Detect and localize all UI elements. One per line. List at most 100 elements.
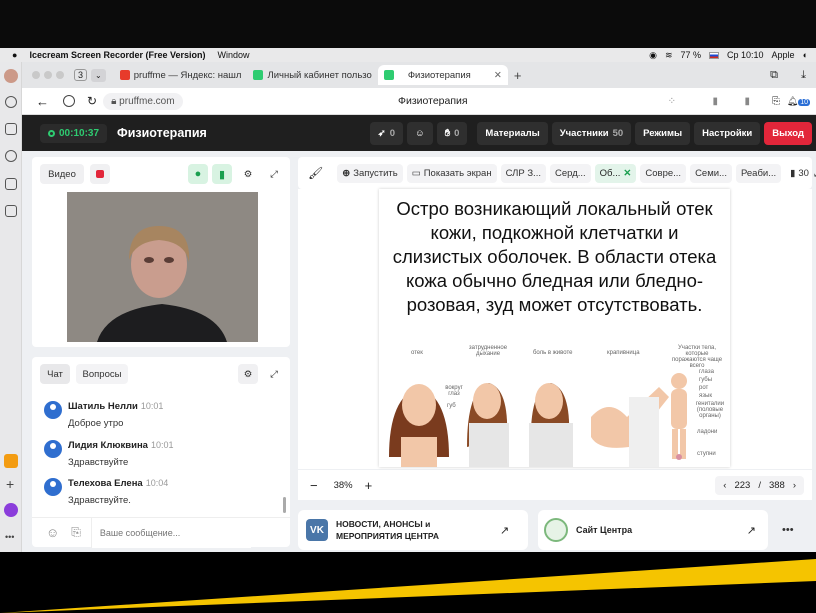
expand-video-button[interactable]: ⤢ — [264, 164, 284, 184]
back-icon[interactable]: ← — [36, 94, 49, 109]
prev-slide-button[interactable]: ‹ — [723, 480, 726, 491]
smile-icon: ☺ — [415, 127, 425, 139]
settings-button[interactable]: Настройки — [694, 121, 761, 145]
wifi-icon[interactable]: ≋ — [665, 50, 673, 61]
timer-value: 00:10:37 — [59, 127, 100, 139]
page-title: Физиотерапия — [398, 95, 468, 107]
emoji-icon[interactable]: ☺ — [46, 525, 59, 540]
window-dot-minimize[interactable] — [44, 71, 52, 79]
window-dot-close[interactable] — [32, 71, 40, 79]
exit-button[interactable]: Выход — [764, 121, 812, 145]
tab-yandex[interactable]: pruffme — Яндекс: нашл — [114, 65, 248, 85]
tab-chat[interactable]: Чат — [40, 364, 70, 384]
video-tab[interactable]: Видео — [40, 164, 84, 184]
camera-icon[interactable] — [5, 205, 17, 217]
modes-button[interactable]: Режимы — [635, 121, 691, 145]
bookmark-icon[interactable]: ▮ — [744, 96, 750, 107]
emoji-button[interactable]: ☺ — [407, 121, 433, 145]
tab-questions[interactable]: Вопросы — [76, 364, 128, 384]
battery-status[interactable]: 77 % — [680, 50, 701, 60]
close-icon[interactable]: ✕ — [623, 168, 631, 179]
presentation-tab[interactable]: Серд... — [549, 163, 591, 183]
gear-icon: ⚙ — [243, 168, 253, 180]
tabs-dropdown-icon[interactable]: ⌄ — [91, 68, 106, 82]
raise-hand-button[interactable]: ✋︎ 0 — [436, 121, 468, 145]
chat-message-input[interactable] — [90, 517, 251, 548]
notifications-icon[interactable]: 🔔︎ 10 — [787, 96, 810, 107]
play-icon[interactable] — [5, 150, 17, 162]
apple-icon[interactable]: ● — [12, 50, 17, 60]
site-card[interactable]: Сайт Центра ↗ — [538, 510, 768, 550]
mic-button[interactable]: ▮ — [212, 164, 232, 184]
flag-icon[interactable] — [709, 51, 719, 59]
bookmarks-button[interactable]: ▮ 30 — [785, 164, 814, 183]
participants-button[interactable]: Участники 50 — [551, 121, 632, 145]
menu-app-name[interactable]: Icecream Screen Recorder (Free Version) — [29, 50, 205, 60]
extensions-icon[interactable]: ⧉ — [770, 69, 778, 82]
control-center-icon[interactable]: ◐ — [803, 50, 808, 60]
brush-icon[interactable]: 🖌︎ — [308, 166, 323, 180]
message-text: Доброе утро — [68, 418, 124, 429]
news-card[interactable]: VK НОВОСТИ, АНОНСЫ и МЕРОПРИЯТИЯ ЦЕНТРА … — [298, 510, 528, 550]
url-text: pruffme.com — [119, 95, 175, 107]
new-tab-icon[interactable]: + — [514, 68, 522, 83]
profile-avatar[interactable] — [4, 69, 18, 83]
collections-icon[interactable] — [5, 123, 17, 135]
presentation-tab[interactable]: Семи... — [690, 163, 732, 183]
user-menu[interactable]: Apple — [772, 50, 795, 60]
current-page[interactable]: 223 — [734, 480, 750, 491]
chat-settings-button[interactable]: ⚙ — [238, 364, 258, 384]
window-dot-zoom[interactable] — [56, 71, 64, 79]
yandex-logo-icon[interactable] — [63, 95, 75, 107]
stop-video-button[interactable] — [90, 164, 110, 184]
author-name: Телехова Елена — [68, 478, 143, 489]
tab-physiotherapy[interactable]: Физиотерапия ✕ — [377, 65, 508, 85]
browser-tabbar: 3 ⌄ pruffme — Яндекс: нашл Личный кабине… — [22, 62, 816, 88]
menu-window[interactable]: Window — [218, 50, 250, 60]
expand-icon: ⤢ — [270, 168, 278, 180]
presentation-tab[interactable]: Совре... — [640, 163, 687, 183]
browser-addressbar: ← ↻ 🔒︎ pruffme.com Физиотерапия ⁘ ▮ ▮ ⎘ … — [22, 88, 816, 115]
zoom-in-button[interactable]: + — [365, 478, 373, 493]
counter-icon[interactable] — [5, 178, 17, 190]
presentation-tab[interactable]: СЛР З... — [500, 163, 546, 183]
mic-icon[interactable]: ▮ — [712, 96, 718, 107]
tab-count[interactable]: 3 — [74, 69, 88, 81]
share-icon[interactable]: ⎘ — [772, 96, 780, 107]
mail-icon[interactable] — [4, 454, 18, 468]
download-icon[interactable]: ⤓ — [801, 69, 806, 82]
presentation-toolbar: 🖌︎ ⊕ Запустить ▭ Показать экран СЛР З...… — [298, 157, 816, 189]
close-tab-icon[interactable]: ✕ — [494, 70, 502, 81]
attach-icon[interactable]: ⎘ — [71, 525, 81, 540]
external-link-icon[interactable]: ↗ — [747, 524, 756, 537]
participants-label: Участники — [559, 127, 609, 139]
url-field[interactable]: 🔒︎ pruffme.com — [103, 92, 183, 110]
next-slide-button[interactable]: › — [793, 480, 796, 491]
history-icon[interactable] — [5, 96, 17, 108]
alice-icon[interactable] — [4, 503, 18, 517]
woman-figure — [529, 383, 573, 467]
rocket-button[interactable]: ➶ 0 — [369, 121, 403, 145]
presentation-tab[interactable]: Реаби... — [735, 163, 782, 183]
launch-button[interactable]: ⊕ Запустить — [337, 163, 403, 183]
show-screen-button[interactable]: ▭ Показать экран — [406, 163, 497, 183]
bookmark-icon: ▮ — [790, 167, 796, 179]
video-settings-button[interactable]: ⚙ — [238, 164, 258, 184]
more-options-button[interactable]: ••• — [782, 524, 794, 536]
translate-icon[interactable]: ⁘ — [668, 96, 676, 107]
more-icon[interactable]: ••• — [5, 532, 14, 542]
session-timer: 00:10:37 — [40, 123, 108, 143]
reload-icon[interactable]: ↻ — [87, 94, 97, 108]
add-icon[interactable]: + — [6, 476, 14, 492]
materials-button[interactable]: Материалы — [477, 121, 548, 145]
expand-chat-button[interactable]: ⤢ — [264, 364, 284, 384]
presentation-tab-active[interactable]: Об... ✕ — [594, 163, 637, 183]
tab-cabinet[interactable]: Личный кабинет пользо — [247, 65, 377, 85]
location-button[interactable]: ● — [188, 164, 208, 184]
record-icon[interactable]: ◉ — [649, 50, 657, 61]
external-link-icon[interactable]: ↗ — [500, 524, 509, 537]
clock[interactable]: Ср 10:10 — [727, 50, 764, 60]
chat-scrollbar[interactable] — [283, 497, 286, 513]
hand-count: 0 — [454, 127, 460, 139]
zoom-out-button[interactable]: − — [310, 478, 318, 493]
